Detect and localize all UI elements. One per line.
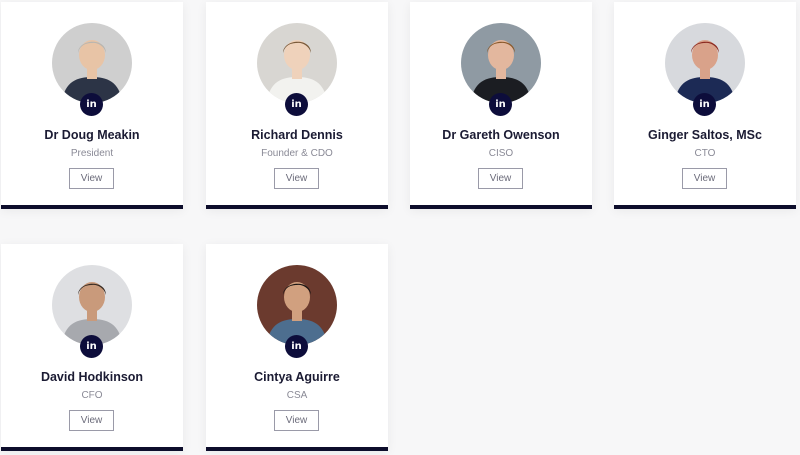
profile-photo bbox=[461, 23, 541, 103]
team-card: in Dr Gareth Owenson CISO View bbox=[410, 2, 592, 209]
profile-photo-image bbox=[52, 23, 132, 103]
view-button[interactable]: View bbox=[478, 168, 523, 189]
member-name: Cintya Aguirre bbox=[254, 370, 340, 384]
view-button[interactable]: View bbox=[69, 168, 114, 189]
team-card: in Ginger Saltos, MSc CTO View bbox=[614, 2, 796, 209]
team-card: in Dr Doug Meakin President View bbox=[1, 2, 183, 209]
member-role: CISO bbox=[488, 148, 514, 159]
profile-photo bbox=[665, 23, 745, 103]
member-role: Founder & CDO bbox=[261, 148, 333, 159]
profile-photo-image bbox=[665, 23, 745, 103]
view-button[interactable]: View bbox=[274, 410, 319, 431]
linkedin-icon[interactable]: in bbox=[285, 335, 308, 358]
profile-photo-image bbox=[257, 265, 337, 345]
member-role: President bbox=[70, 148, 114, 159]
linkedin-icon[interactable]: in bbox=[80, 93, 103, 116]
profile-photo bbox=[52, 265, 132, 345]
member-name: Dr Gareth Owenson bbox=[442, 128, 560, 142]
profile-photo-image bbox=[257, 23, 337, 103]
team-card: in Cintya Aguirre CSA View bbox=[206, 244, 388, 451]
linkedin-icon[interactable]: in bbox=[285, 93, 308, 116]
team-card: in Richard Dennis Founder & CDO View bbox=[206, 2, 388, 209]
profile-photo-image bbox=[52, 265, 132, 345]
member-role: CTO bbox=[694, 148, 716, 159]
profile-photo-image bbox=[461, 23, 541, 103]
member-name: David Hodkinson bbox=[40, 370, 144, 384]
view-button[interactable]: View bbox=[274, 168, 319, 189]
team-card: in David Hodkinson CFO View bbox=[1, 244, 183, 451]
member-role: CFO bbox=[81, 390, 103, 401]
linkedin-icon[interactable]: in bbox=[693, 93, 716, 116]
profile-photo bbox=[52, 23, 132, 103]
linkedin-icon[interactable]: in bbox=[80, 335, 103, 358]
member-name: Ginger Saltos, MSc bbox=[648, 128, 762, 142]
profile-photo bbox=[257, 265, 337, 345]
member-name: Richard Dennis bbox=[251, 128, 343, 142]
view-button[interactable]: View bbox=[69, 410, 114, 431]
member-name: Dr Doug Meakin bbox=[44, 128, 140, 142]
linkedin-icon[interactable]: in bbox=[489, 93, 512, 116]
view-button[interactable]: View bbox=[682, 168, 727, 189]
profile-photo bbox=[257, 23, 337, 103]
member-role: CSA bbox=[286, 390, 308, 401]
